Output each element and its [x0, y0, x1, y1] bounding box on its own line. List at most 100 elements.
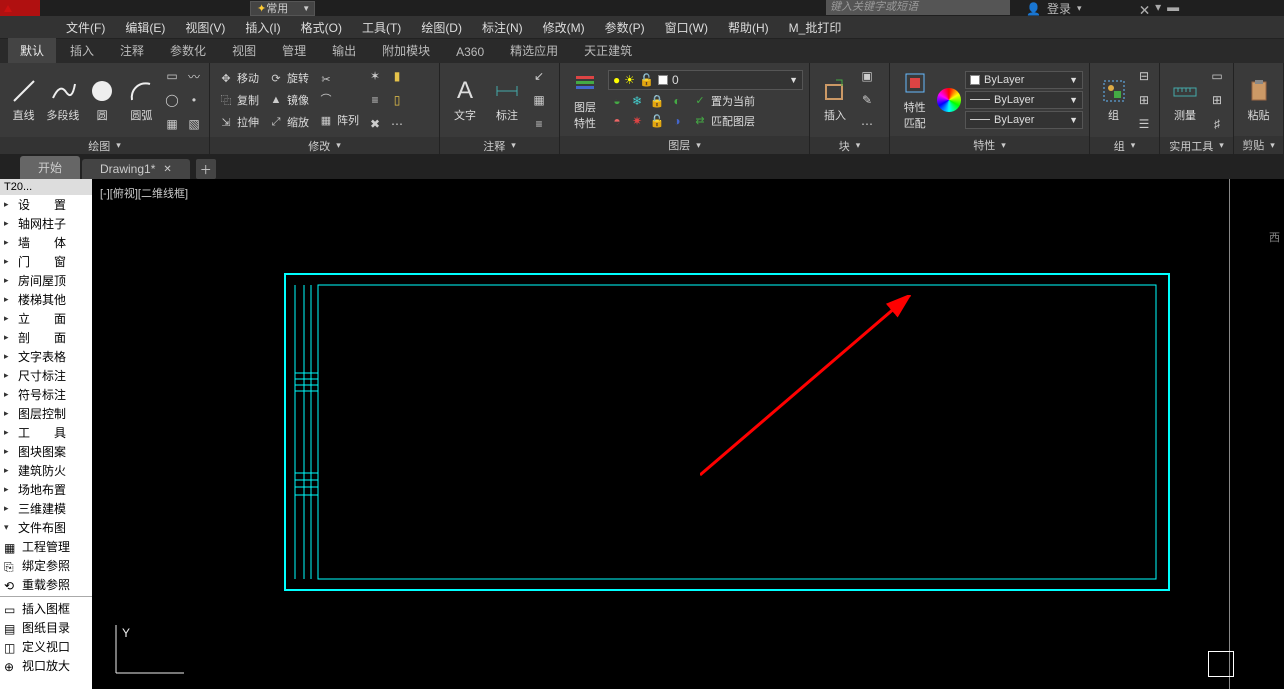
menu-tools[interactable]: 工具(T) — [352, 17, 411, 38]
match-properties-button[interactable]: 特性 匹配 — [896, 68, 933, 132]
menu-insert[interactable]: 插入(I) — [235, 17, 290, 38]
sidebar-item-section[interactable]: ▸剖 面 — [0, 328, 92, 347]
arc-button[interactable]: 圆弧 — [124, 68, 159, 132]
point-icon[interactable]: • — [185, 91, 203, 109]
menu-dim[interactable]: 标注(N) — [472, 17, 533, 38]
tab-tangent[interactable]: 天正建筑 — [572, 38, 644, 63]
match-layer-button[interactable]: ⇄匹配图层 — [690, 112, 758, 130]
tab-featured[interactable]: 精选应用 — [498, 38, 570, 63]
erase-icon[interactable]: ✖ — [366, 115, 384, 133]
sidebar-item-stair[interactable]: ▸楼梯其他 — [0, 290, 92, 309]
attr-icon[interactable]: ⋯ — [858, 115, 876, 133]
offset-icon[interactable]: ≡ — [366, 91, 384, 109]
dimension-button[interactable]: 标注 — [488, 68, 526, 132]
fillet-button[interactable]: ⌒ — [316, 91, 362, 107]
table-icon[interactable]: ▦ — [530, 91, 548, 109]
panel-title-properties[interactable]: 特性 — [890, 136, 1089, 154]
region-icon[interactable]: ▧ — [185, 115, 203, 133]
sidebar-item-site[interactable]: ▸场地布置 — [0, 480, 92, 499]
menu-format[interactable]: 格式(O) — [291, 17, 352, 38]
create-block-icon[interactable]: ▣ — [858, 67, 876, 85]
panel-title-annotate[interactable]: 注释 — [440, 137, 559, 154]
app-logo[interactable] — [0, 0, 40, 16]
panel-title-draw[interactable]: 绘图 — [0, 137, 209, 154]
layer-thaw-icon[interactable]: ✷ — [628, 112, 646, 130]
sidebar-item-symbol[interactable]: ▸符号标注 — [0, 385, 92, 404]
ellipse-icon[interactable]: ◯ — [163, 91, 181, 109]
sidebar-item-wall[interactable]: ▸墙 体 — [0, 233, 92, 252]
sidebar-item-blocks[interactable]: ▸图块图案 — [0, 442, 92, 461]
hatch-icon[interactable]: ▦ — [163, 115, 181, 133]
panel-title-modify[interactable]: 修改 — [210, 137, 439, 154]
tab-output[interactable]: 输出 — [320, 38, 368, 63]
tab-manage[interactable]: 管理 — [270, 38, 318, 63]
sidebar-header[interactable]: T20... — [0, 179, 92, 195]
sidebar-item-fire[interactable]: ▸建筑防火 — [0, 461, 92, 480]
layer-freeze-icon[interactable]: ❄ — [628, 92, 646, 110]
sidebar-item-text[interactable]: ▸文字表格 — [0, 347, 92, 366]
panel-title-group[interactable]: 组 — [1090, 137, 1159, 154]
tab-view[interactable]: 视图 — [220, 38, 268, 63]
circle-button[interactable]: 圆 — [85, 68, 120, 132]
drawing-canvas[interactable]: [-][俯视][二维线框] 西 Y — [92, 179, 1284, 689]
sidebar-item-room[interactable]: ▸房间屋顶 — [0, 271, 92, 290]
sidebar-tool-index[interactable]: ▤图纸目录 — [0, 618, 92, 637]
tab-start[interactable]: 开始 — [20, 156, 80, 179]
new-tab-button[interactable]: ＋ — [196, 159, 216, 179]
sidebar-item-elev[interactable]: ▸立 面 — [0, 309, 92, 328]
modify-misc3-icon[interactable]: ⋯ — [388, 115, 406, 133]
sidebar-item-3d[interactable]: ▸三维建模 — [0, 499, 92, 518]
menu-batchprint[interactable]: M_批打印 — [779, 17, 852, 38]
mirror-button[interactable]: ▲镜像 — [266, 91, 312, 109]
stretch-button[interactable]: ⇲拉伸 — [216, 113, 262, 131]
linetype-selector[interactable]: ByLayer — [965, 111, 1083, 129]
close-tab-icon[interactable]: ✕ — [163, 164, 171, 175]
sidebar-tool-project[interactable]: ▦工程管理 — [0, 537, 92, 556]
layer-uniso-icon[interactable]: ◑ — [668, 112, 686, 130]
sidebar-item-door[interactable]: ▸门 窗 — [0, 252, 92, 271]
sidebar-tool-viewport[interactable]: ◫定义视口 — [0, 637, 92, 656]
login-button[interactable]: 👤登录▾ — [1026, 0, 1082, 17]
color-selector[interactable]: ByLayer — [965, 71, 1083, 89]
color-wheel-icon[interactable] — [937, 88, 961, 112]
rotate-button[interactable]: ⟳旋转 — [266, 69, 312, 87]
layer-iso-icon[interactable]: ◐ — [668, 92, 686, 110]
tab-annotate[interactable]: 注释 — [108, 38, 156, 63]
help-search-input[interactable]: 键入关键字或短语 — [826, 0, 1010, 15]
quickcalc-icon[interactable]: ♯ — [1208, 115, 1226, 133]
group-button[interactable]: 组 — [1096, 68, 1131, 132]
panel-title-clipboard[interactable]: 剪贴 — [1234, 136, 1283, 154]
group-select-icon[interactable]: ☰ — [1135, 115, 1153, 133]
lineweight-selector[interactable]: ByLayer — [965, 91, 1083, 109]
menu-file[interactable]: 文件(F) — [56, 17, 115, 38]
menu-edit[interactable]: 编辑(E) — [115, 17, 175, 38]
panel-title-block[interactable]: 块 — [810, 137, 889, 154]
select-icon[interactable]: ▭ — [1208, 67, 1226, 85]
sidebar-item-settings[interactable]: ▸设 置 — [0, 195, 92, 214]
tab-addins[interactable]: 附加模块 — [370, 38, 442, 63]
panel-title-utilities[interactable]: 实用工具 — [1160, 137, 1233, 154]
scale-button[interactable]: ⤢缩放 — [266, 113, 312, 131]
spline-icon[interactable]: 〰 — [185, 67, 203, 85]
menu-modify[interactable]: 修改(M) — [533, 17, 595, 38]
explode-icon[interactable]: ✶ — [366, 67, 384, 85]
modify-misc1-icon[interactable]: ▮ — [388, 67, 406, 85]
move-button[interactable]: ✥移动 — [216, 69, 262, 87]
group-edit-icon[interactable]: ⊞ — [1135, 91, 1153, 109]
paste-button[interactable]: 粘贴 — [1240, 68, 1277, 132]
make-current-button[interactable]: ✓置为当前 — [690, 92, 758, 110]
menu-window[interactable]: 窗口(W) — [655, 17, 718, 38]
sidebar-tool-reload[interactable]: ⟲重载参照 — [0, 575, 92, 594]
array-button[interactable]: ▦阵列 — [316, 111, 362, 129]
tab-drawing1[interactable]: Drawing1*✕ — [82, 159, 190, 179]
insert-block-button[interactable]: 插入 — [816, 68, 854, 132]
layer-off-icon[interactable]: ◒ — [608, 92, 626, 110]
menu-help[interactable]: 帮助(H) — [718, 17, 779, 38]
tab-parametric[interactable]: 参数化 — [158, 38, 218, 63]
sidebar-tool-frame[interactable]: ▭插入图框 — [0, 599, 92, 618]
tab-a360[interactable]: A360 — [444, 41, 496, 63]
sidebar-tool-zoom[interactable]: ⊕视口放大 — [0, 656, 92, 675]
layer-selector[interactable]: ●☀🔓0 — [608, 70, 803, 90]
sidebar-item-layerctrl[interactable]: ▸图层控制 — [0, 404, 92, 423]
menu-draw[interactable]: 绘图(D) — [411, 17, 472, 38]
